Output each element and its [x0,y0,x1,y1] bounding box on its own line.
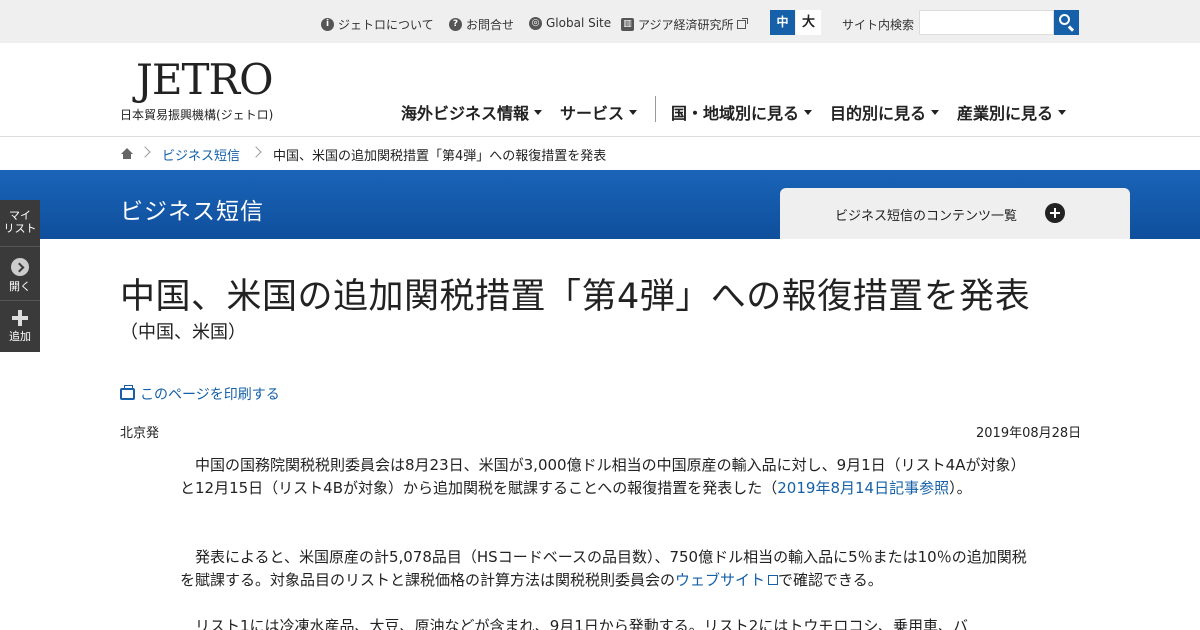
caret-down-icon [629,109,638,115]
about-label: ジェトロについて [338,18,434,32]
article-paragraph: 発表によると、米国原産の計5,078品目（HSコードベースの品目数）、750億ド… [180,548,1027,589]
section-title: ビジネス短信 [120,199,264,225]
nav-label: 海外ビジネス情報 [401,104,530,123]
chevron-right-circle-icon [11,258,29,276]
breadcrumb-section-link[interactable]: ビジネス短信 [162,145,240,164]
breadcrumb-chevron-icon [139,146,151,158]
ide-link[interactable]: ▥ アジア経済研究所 [621,16,748,33]
page-title: 中国、米国の追加関税措置「第4弾」への報復措置を発表 [120,277,1031,317]
search-label: サイト内検索 [842,18,915,32]
nav-services[interactable]: サービス [560,100,638,124]
article-paragraph: リスト1には冷凍水産品、大豆、原油などが含まれ、9月1日から発動する。リスト2に… [180,617,969,630]
caret-down-icon [1058,109,1067,115]
breadcrumb-current: 中国、米国の追加関税措置「第4弾」への報復措置を発表 [273,149,607,164]
caret-down-icon [534,109,543,115]
article-paragraph: 中国の国務院関税税則委員会は8月23日、米国が3,000億ドル相当の中国原産の輸… [180,456,1026,497]
printer-icon [120,385,135,400]
building-icon: ▥ [621,18,634,31]
caret-down-icon [804,109,813,115]
website-external-link[interactable]: ウェブサイト [675,571,778,589]
nav-label: 国・地域別に見る [671,104,800,123]
breadcrumb: ビジネス短信 中国、米国の追加関税措置「第4弾」への報復措置を発表 [0,136,1200,170]
publish-date: 2019年08月28日 [976,426,1082,441]
search-icon [1059,14,1070,25]
mylist-open-button[interactable]: 開く [0,258,40,293]
logo-mark: JETRO [136,55,274,104]
font-size-medium-button[interactable]: 中 [770,10,795,35]
caret-down-icon [931,109,940,115]
external-link-icon [736,18,748,29]
region-tag: （中国、米国） [120,322,246,343]
global-site-link[interactable]: ◎ Global Site [529,16,611,30]
logo-subtitle: 日本貿易振興機構(ジェトロ) [120,108,274,122]
contact-label: お問合せ [466,18,515,32]
nav-by-purpose[interactable]: 目的別に見る [830,100,940,124]
search-input[interactable] [919,10,1054,35]
nav-label: 目的別に見る [830,104,927,123]
nav-by-region[interactable]: 国・地域別に見る [671,100,813,124]
question-icon: ? [449,18,462,31]
origin-location: 北京発 [120,426,160,441]
mylist-add-label: 追加 [9,330,31,343]
nav-by-industry[interactable]: 産業別に見る [957,100,1067,124]
info-icon: i [321,18,334,31]
plus-circle-icon [1045,203,1065,223]
globe-icon: ◎ [529,16,542,30]
ide-label: アジア経済研究所 [638,18,734,32]
about-link[interactable]: i ジェトロについて [321,16,434,33]
contents-list-label: ビジネス短信のコンテンツ一覧 [835,209,1018,224]
nav-divider [655,96,656,122]
nav-label: 産業別に見る [957,104,1054,123]
print-link[interactable]: このページを印刷する [120,384,280,404]
contents-list-tab[interactable]: ビジネス短信のコンテンツ一覧 [780,188,1130,239]
search-button[interactable] [1054,10,1079,35]
home-icon[interactable] [121,148,133,160]
nav-overseas-business[interactable]: 海外ビジネス情報 [401,100,543,124]
global-site-label: Global Site [546,16,612,30]
mylist-panel: マイ リスト 開く 追加 [0,200,40,352]
mylist-title: マイ リスト [3,209,37,235]
plus-icon [12,310,28,326]
jetro-logo[interactable]: JETRO 日本貿易振興機構(ジェトロ) [120,58,274,123]
breadcrumb-chevron-icon [250,146,262,158]
nav-label: サービス [560,104,625,123]
mylist-open-label: 開く [9,280,31,293]
contact-link[interactable]: ? お問合せ [449,16,514,33]
print-label: このページを印刷する [140,387,280,403]
mylist-add-button[interactable]: 追加 [0,310,40,343]
font-size-large-button[interactable]: 大 [796,10,821,35]
related-article-link[interactable]: 2019年8月14日記事参照 [777,479,949,497]
